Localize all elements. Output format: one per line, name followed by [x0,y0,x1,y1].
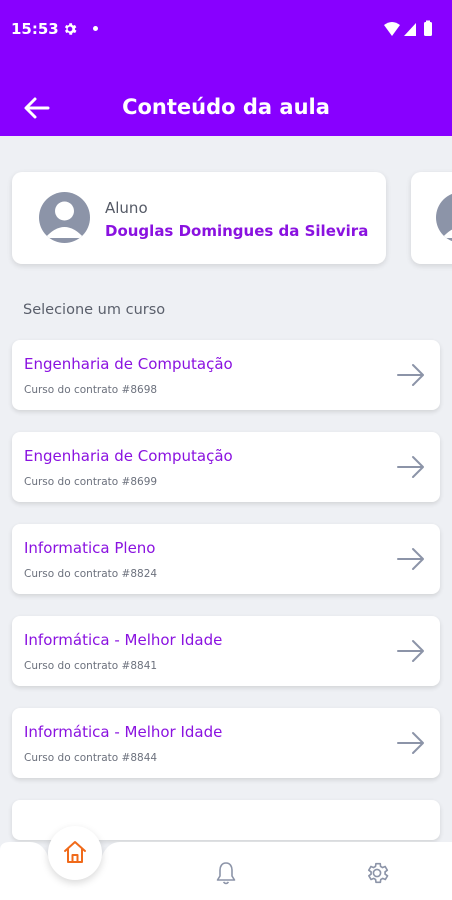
course-name: Engenharia de Computação [24,447,233,465]
course-card[interactable]: Engenharia de Computação Curso do contra… [12,340,440,410]
signal-icon [404,23,416,36]
arrow-right-icon[interactable] [396,454,426,480]
course-card[interactable]: Informática - Melhor Idade Curso do cont… [12,616,440,686]
course-contract: Curso do contrato #8844 [24,752,158,764]
next-student-card[interactable] [411,172,452,264]
course-name: Informática - Melhor Idade [24,723,223,741]
avatar [436,192,452,243]
course-contract: Curso do contrato #8699 [24,476,158,488]
notification-dot-icon [93,26,98,31]
wifi-icon [384,22,400,36]
bell-icon[interactable] [214,860,238,886]
course-card[interactable]: Informatica Pleno Curso do contrato #882… [12,524,440,594]
status-bar: 15:53 [0,0,452,58]
student-card[interactable]: Aluno Douglas Domingues da Silevira [12,172,386,264]
nav-home-button[interactable] [48,826,102,880]
course-contract: Curso do contrato #8841 [24,660,158,672]
page-title: Conteúdo da aula [122,95,330,119]
status-time: 15:53 [11,20,59,38]
app-header: 15:53 Conteúdo da aula [0,0,452,136]
course-name: Informatica Pleno [24,539,156,557]
arrow-right-icon[interactable] [396,546,426,572]
user-avatar-icon [45,201,84,238]
student-name: Douglas Domingues da Silevira [105,222,369,240]
course-name: Engenharia de Computação [24,355,233,373]
course-name: Informática - Melhor Idade [24,631,223,649]
settings-status-icon [64,23,77,35]
avatar [39,192,90,243]
home-icon [64,841,86,863]
system-status-icons [384,20,432,36]
user-avatar-icon [442,229,452,238]
course-card[interactable]: Engenharia de Computação Curso do contra… [12,432,440,502]
arrow-right-icon[interactable] [396,730,426,756]
arrow-right-icon[interactable] [396,638,426,664]
course-card[interactable]: Informática - Melhor Idade Curso do cont… [12,708,440,778]
arrow-right-icon[interactable] [396,362,426,388]
gear-icon[interactable] [364,860,390,886]
course-contract: Curso do contrato #8824 [24,568,158,580]
section-title: Selecione um curso [23,302,166,318]
student-label: Aluno [105,199,148,217]
course-contract: Curso do contrato #8698 [24,384,158,396]
battery-icon [424,22,432,36]
